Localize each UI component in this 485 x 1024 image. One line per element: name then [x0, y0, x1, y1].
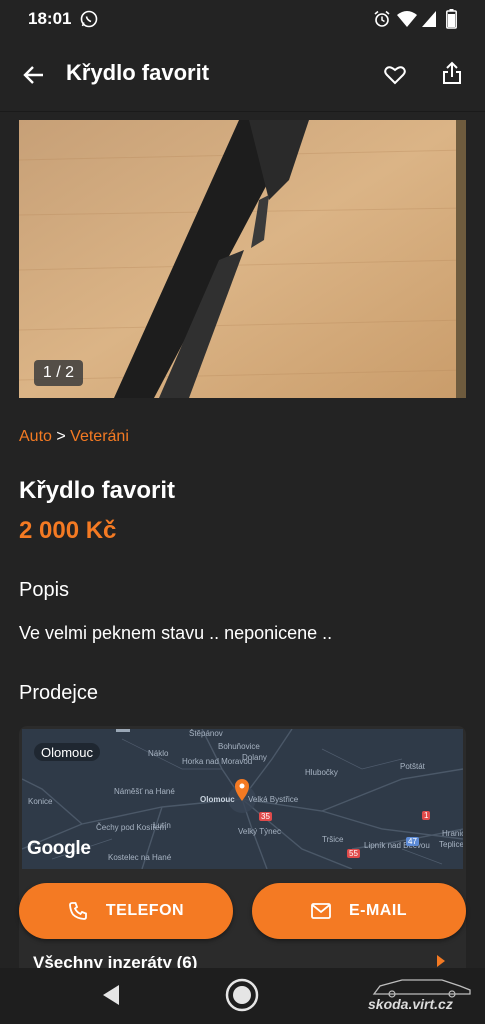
arrow-left-icon	[23, 66, 43, 84]
status-time: 18:01	[28, 9, 72, 28]
map-label: Potštát	[400, 762, 425, 771]
map-label: Olomouc	[200, 795, 235, 804]
map-label: Náklo	[148, 749, 169, 758]
map-label: Kostelec na Hané	[108, 853, 172, 862]
photo-gallery[interactable]	[19, 120, 466, 398]
app-bar: Křydlo favorit	[0, 38, 485, 112]
page-title: Křydlo favorit	[66, 60, 210, 85]
phone-icon	[69, 902, 87, 920]
phone-button-label: TELEFON	[105, 902, 185, 919]
share-button[interactable]	[432, 53, 472, 93]
whatsapp-icon	[80, 10, 98, 33]
mail-icon	[311, 903, 331, 919]
signal-icon	[421, 10, 437, 33]
map-label: Tršice	[322, 835, 344, 844]
map-label: Konice	[28, 797, 53, 806]
battery-icon	[446, 9, 457, 34]
product-photo	[19, 120, 466, 398]
map-label: Velký Týnec	[238, 827, 281, 836]
map-road-shield: 35	[259, 812, 272, 821]
breadcrumb-separator: >	[56, 428, 66, 445]
status-bar: 18:01	[0, 0, 485, 38]
email-button-label: E-MAIL	[348, 902, 408, 919]
map-label: Hranice	[442, 829, 463, 838]
map-label: Hlubočky	[305, 768, 338, 777]
ad-price: 2 000 Kč	[19, 517, 117, 544]
triangle-back-icon	[103, 985, 119, 1005]
map-label: Bohuňovice	[218, 742, 260, 751]
breadcrumb: Auto > Veteráni	[19, 428, 129, 446]
back-button[interactable]	[13, 55, 53, 95]
share-icon	[443, 61, 461, 84]
nav-back-button[interactable]	[101, 984, 121, 1011]
description-heading: Popis	[19, 579, 70, 601]
description-text: Ve velmi peknem stavu .. neponicene ..	[19, 623, 333, 643]
map-road-shield: 55	[347, 849, 360, 858]
google-logo: Google	[27, 838, 91, 859]
favorite-button[interactable]	[375, 55, 415, 95]
breadcrumb-veterani[interactable]: Veteráni	[70, 428, 129, 445]
map-road-shield: 47	[406, 837, 419, 846]
map-label: Čechy pod Kosířem	[96, 823, 167, 832]
chevron-right-icon	[437, 955, 445, 967]
email-button[interactable]: E-MAIL	[252, 883, 466, 939]
circle-home-icon	[225, 978, 259, 1012]
map-label: Štěpánov	[189, 729, 223, 738]
map-label: Velká Bystřice	[248, 795, 299, 804]
photo-counter: 1 / 2	[34, 360, 83, 386]
map-label: Náměšť na Hané	[114, 787, 175, 796]
map-road-shield: 1	[422, 811, 431, 820]
map-label: Lipník nad Bečvou	[364, 841, 430, 850]
map-label: Dolany	[242, 753, 267, 762]
map-city-badge: Olomouc	[34, 743, 101, 761]
seller-heading: Prodejce	[19, 682, 98, 704]
heart-icon	[384, 66, 406, 85]
alarm-icon	[373, 10, 391, 33]
seller-map[interactable]: Olomouc Štěpánov Náklo Bohuňovice Horka …	[22, 729, 463, 869]
phone-button[interactable]: TELEFON	[19, 883, 233, 939]
breadcrumb-auto[interactable]: Auto	[19, 428, 52, 445]
seller-card: Olomouc Štěpánov Náklo Bohuňovice Horka …	[19, 726, 466, 986]
watermark: skoda.virt.cz	[368, 996, 453, 1012]
nav-home-button[interactable]	[225, 978, 259, 1017]
wifi-icon	[397, 10, 417, 33]
ad-title: Křydlo favorit	[19, 477, 176, 504]
map-label: Teplice nad Bečvou	[439, 840, 463, 849]
